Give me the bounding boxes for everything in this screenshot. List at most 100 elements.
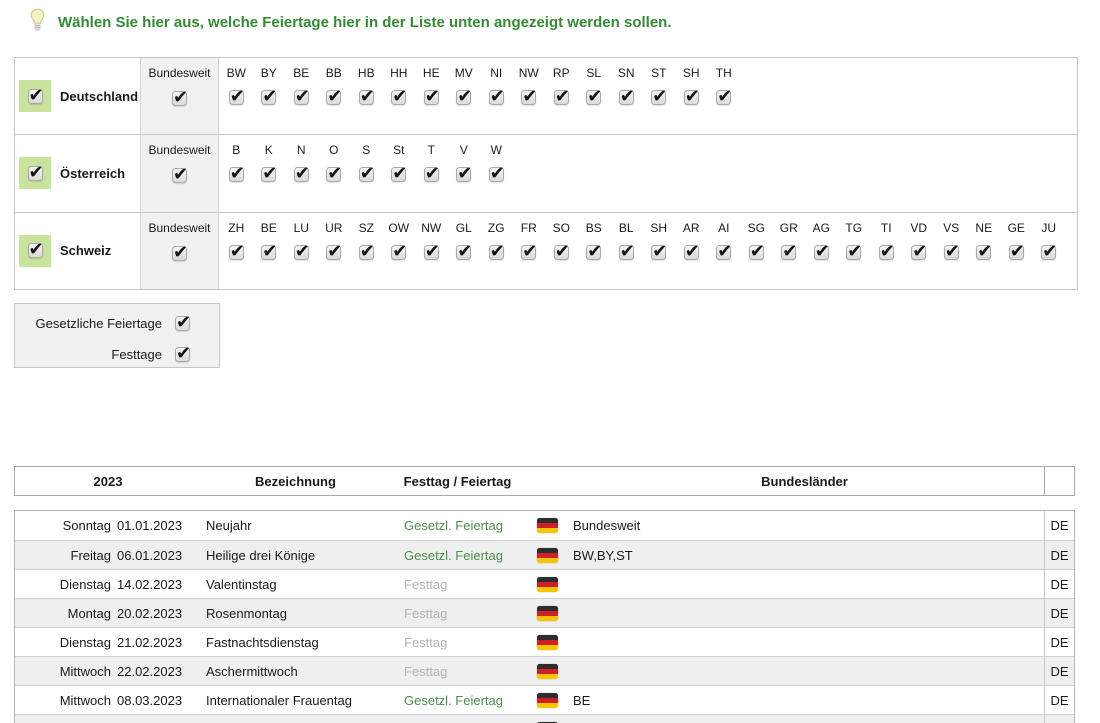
state-label: GR bbox=[780, 221, 798, 235]
header-festtag-feiertag: Festtag / Feiertag bbox=[390, 474, 525, 489]
schweiz-state-GL-checkbox[interactable]: ✔ bbox=[456, 245, 471, 260]
festtage-checkbox[interactable]: ✔ bbox=[175, 347, 190, 362]
checkmark-icon: ✔ bbox=[425, 243, 440, 261]
bundesweit-cell-deutschland: Bundesweit✔ bbox=[141, 58, 219, 134]
deutschland-state-NI-checkbox[interactable]: ✔ bbox=[489, 90, 504, 105]
holiday-date: 06.01.2023 bbox=[111, 548, 201, 563]
country-row-schweiz: ✔SchweizBundesweit✔ZH✔BE✔LU✔UR✔SZ✔OW✔NW✔… bbox=[15, 212, 1077, 289]
state-label: NW bbox=[519, 66, 539, 80]
schweiz-state-BE-checkbox[interactable]: ✔ bbox=[261, 245, 276, 260]
deutschland-state-BE-checkbox[interactable]: ✔ bbox=[294, 90, 309, 105]
schweiz-state-ZH-checkbox[interactable]: ✔ bbox=[229, 245, 244, 260]
state-col-HB: HB✔ bbox=[350, 66, 383, 134]
checkmark-icon: ✔ bbox=[295, 165, 310, 183]
schweiz-state-AI-checkbox[interactable]: ✔ bbox=[716, 245, 731, 260]
checkmark-icon: ✔ bbox=[620, 243, 635, 261]
checkmark-icon: ✔ bbox=[230, 243, 245, 261]
schweiz-state-LU-checkbox[interactable]: ✔ bbox=[294, 245, 309, 260]
deutschland-state-HE-checkbox[interactable]: ✔ bbox=[424, 90, 439, 105]
checkmark-icon: ✔ bbox=[717, 243, 732, 261]
oesterreich-state-St-checkbox[interactable]: ✔ bbox=[391, 167, 406, 182]
checkmark-icon: ✔ bbox=[29, 164, 44, 182]
state-col-VD: VD ✔ bbox=[903, 221, 936, 289]
schweiz-state-SG-checkbox[interactable]: ✔ bbox=[749, 245, 764, 260]
oesterreich-checkbox[interactable]: ✔ bbox=[28, 166, 43, 181]
schweiz-state-VD-checkbox[interactable]: ✔ bbox=[911, 245, 926, 260]
checkmark-icon: ✔ bbox=[392, 165, 407, 183]
states-cell-schweiz: ZH✔BE✔LU✔UR✔SZ✔OW✔NW✔GL✔ZG✔FR✔SO✔BS✔BL✔S… bbox=[219, 213, 1077, 289]
schweiz-state-SO-checkbox[interactable]: ✔ bbox=[554, 245, 569, 260]
deutschland-state-TH-checkbox[interactable]: ✔ bbox=[716, 90, 731, 105]
bundesweit-cell-oesterreich: Bundesweit✔ bbox=[141, 135, 219, 211]
oesterreich-state-O-checkbox[interactable]: ✔ bbox=[326, 167, 341, 182]
state-label: TH bbox=[716, 66, 732, 80]
flag-cell bbox=[525, 577, 570, 592]
schweiz-state-FR-checkbox[interactable]: ✔ bbox=[521, 245, 536, 260]
oesterreich-state-N-checkbox[interactable]: ✔ bbox=[294, 167, 309, 182]
state-col-BW: BW✔ bbox=[220, 66, 253, 134]
schweiz-state-SZ-checkbox[interactable]: ✔ bbox=[359, 245, 374, 260]
schweiz-state-GR-checkbox[interactable]: ✔ bbox=[781, 245, 796, 260]
germany-flag-icon bbox=[537, 577, 558, 592]
deutschland-state-HB-checkbox[interactable]: ✔ bbox=[359, 90, 374, 105]
schweiz-state-VS-checkbox[interactable]: ✔ bbox=[944, 245, 959, 260]
oesterreich-state-W-checkbox[interactable]: ✔ bbox=[489, 167, 504, 182]
oesterreich-state-B-checkbox[interactable]: ✔ bbox=[229, 167, 244, 182]
checkmark-icon: ✔ bbox=[173, 89, 188, 107]
schweiz-state-OW-checkbox[interactable]: ✔ bbox=[391, 245, 406, 260]
schweiz-checkbox[interactable]: ✔ bbox=[28, 243, 43, 258]
deutschland-state-HH-checkbox[interactable]: ✔ bbox=[391, 90, 406, 105]
checkmark-icon: ✔ bbox=[1042, 243, 1057, 261]
deutschland-state-RP-checkbox[interactable]: ✔ bbox=[554, 90, 569, 105]
table-row: Mittwoch22.02.2023AschermittwochFesttagD… bbox=[15, 656, 1074, 685]
state-col-N: N✔ bbox=[285, 143, 318, 211]
deutschland-state-NW-checkbox[interactable]: ✔ bbox=[521, 90, 536, 105]
oesterreich-bundesweit-checkbox[interactable]: ✔ bbox=[172, 168, 187, 183]
state-col-NW: NW✔ bbox=[415, 221, 448, 289]
state-label: TG bbox=[845, 221, 862, 235]
state-label: V bbox=[460, 143, 468, 157]
deutschland-state-ST-checkbox[interactable]: ✔ bbox=[651, 90, 666, 105]
state-label: VS bbox=[943, 221, 959, 235]
schweiz-state-TG-checkbox[interactable]: ✔ bbox=[846, 245, 861, 260]
oesterreich-state-V-checkbox[interactable]: ✔ bbox=[456, 167, 471, 182]
schweiz-state-TI-checkbox[interactable]: ✔ bbox=[879, 245, 894, 260]
schweiz-state-JU-checkbox[interactable]: ✔ bbox=[1041, 245, 1056, 260]
oesterreich-state-K-checkbox[interactable]: ✔ bbox=[261, 167, 276, 182]
schweiz-bundesweit-checkbox[interactable]: ✔ bbox=[172, 246, 187, 261]
holiday-date: 08.03.2023 bbox=[111, 693, 201, 708]
state-label: JU bbox=[1041, 221, 1056, 235]
schweiz-state-GE-checkbox[interactable]: ✔ bbox=[1009, 245, 1024, 260]
deutschland-bundesweit-checkbox[interactable]: ✔ bbox=[172, 91, 187, 106]
deutschland-state-BY-checkbox[interactable]: ✔ bbox=[261, 90, 276, 105]
deutschland-state-SL-checkbox[interactable]: ✔ bbox=[586, 90, 601, 105]
deutschland-checkbox[interactable]: ✔ bbox=[28, 89, 43, 104]
oesterreich-state-S-checkbox[interactable]: ✔ bbox=[359, 167, 374, 182]
holiday-country-code: DE bbox=[1044, 715, 1074, 723]
deutschland-state-SH-checkbox[interactable]: ✔ bbox=[684, 90, 699, 105]
schweiz-state-SH-checkbox[interactable]: ✔ bbox=[651, 245, 666, 260]
schweiz-state-BL-checkbox[interactable]: ✔ bbox=[619, 245, 634, 260]
deutschland-state-MV-checkbox[interactable]: ✔ bbox=[456, 90, 471, 105]
schweiz-state-NE-checkbox[interactable]: ✔ bbox=[976, 245, 991, 260]
holiday-country-code: DE bbox=[1044, 570, 1074, 598]
flag-cell bbox=[525, 693, 570, 708]
deutschland-state-BB-checkbox[interactable]: ✔ bbox=[326, 90, 341, 105]
schweiz-state-AR-checkbox[interactable]: ✔ bbox=[684, 245, 699, 260]
country-checkbox-cell: ✔ bbox=[19, 235, 51, 267]
schweiz-state-ZG-checkbox[interactable]: ✔ bbox=[489, 245, 504, 260]
checkmark-icon: ✔ bbox=[176, 345, 191, 363]
schweiz-state-NW-checkbox[interactable]: ✔ bbox=[424, 245, 439, 260]
schweiz-state-AG-checkbox[interactable]: ✔ bbox=[814, 245, 829, 260]
hint-text: Wählen Sie hier aus, welche Feiertage hi… bbox=[58, 14, 672, 31]
deutschland-state-BW-checkbox[interactable]: ✔ bbox=[229, 90, 244, 105]
gesetzliche-feiertage-checkbox[interactable]: ✔ bbox=[175, 316, 190, 331]
holiday-date: 20.02.2023 bbox=[111, 606, 201, 621]
checkmark-icon: ✔ bbox=[880, 243, 895, 261]
deutschland-state-SN-checkbox[interactable]: ✔ bbox=[619, 90, 634, 105]
oesterreich-state-T-checkbox[interactable]: ✔ bbox=[424, 167, 439, 182]
schweiz-state-BS-checkbox[interactable]: ✔ bbox=[586, 245, 601, 260]
schweiz-state-UR-checkbox[interactable]: ✔ bbox=[326, 245, 341, 260]
state-label: VD bbox=[910, 221, 927, 235]
state-col-SG: SG✔ bbox=[740, 221, 773, 289]
